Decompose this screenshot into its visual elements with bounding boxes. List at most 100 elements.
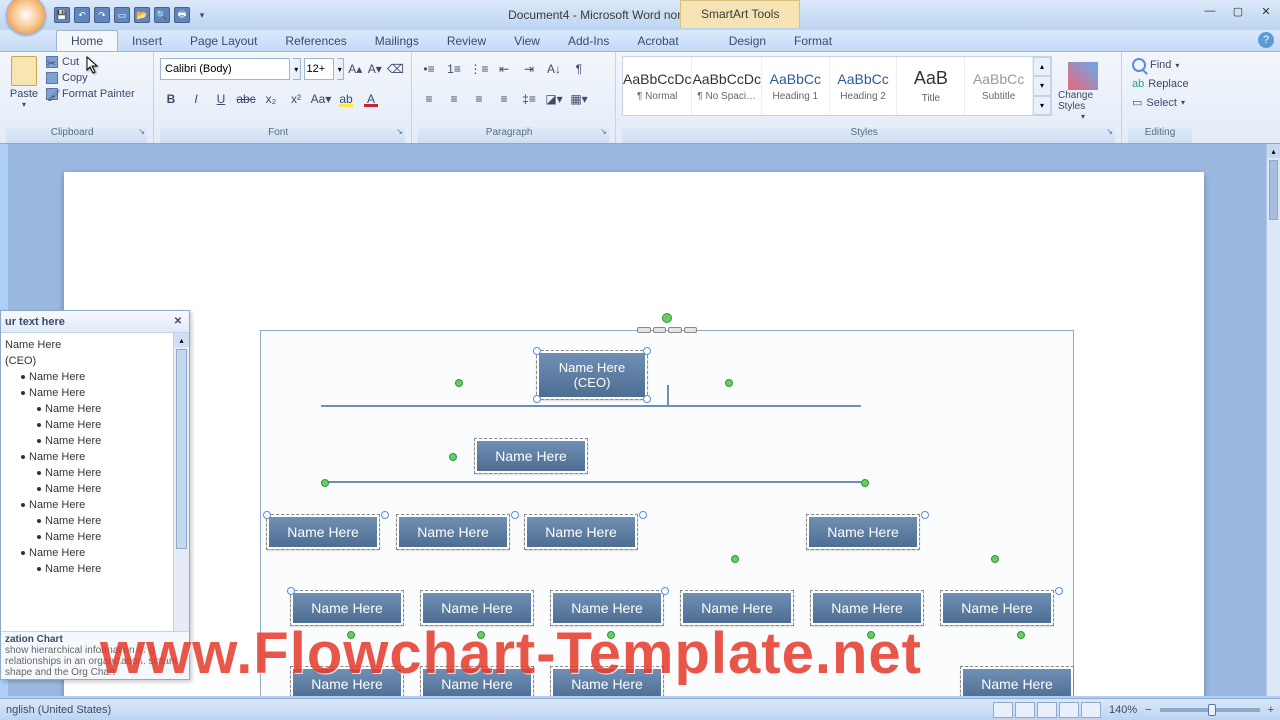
- line-spacing-button[interactable]: ‡≡: [518, 88, 540, 110]
- superscript-button[interactable]: x²: [285, 88, 307, 110]
- save-icon[interactable]: 💾: [54, 7, 70, 23]
- selection-handle[interactable]: [533, 395, 541, 403]
- org-node[interactable]: Name Here: [961, 667, 1073, 696]
- text-pane-item[interactable]: Name Here: [5, 465, 185, 481]
- clipboard-dialog-launcher[interactable]: ↘: [138, 127, 145, 136]
- org-node[interactable]: Name Here: [941, 591, 1053, 625]
- style-subtitle[interactable]: AaBbCcSubtitle: [965, 57, 1033, 115]
- show-marks-button[interactable]: ¶: [568, 58, 590, 80]
- text-pane-item[interactable]: Name Here: [5, 481, 185, 497]
- rotation-handle[interactable]: [607, 631, 615, 639]
- paste-button[interactable]: Paste ▾: [6, 56, 42, 127]
- style-heading2[interactable]: AaBbCcHeading 2: [830, 57, 898, 115]
- style-scroll-up[interactable]: ▴: [1033, 57, 1051, 76]
- paragraph-dialog-launcher[interactable]: ↘: [600, 127, 607, 136]
- tab-review[interactable]: Review: [433, 31, 500, 51]
- underline-button[interactable]: U: [210, 88, 232, 110]
- text-pane-item[interactable]: Name Here: [5, 545, 185, 561]
- rotation-handle[interactable]: [347, 631, 355, 639]
- text-pane-item[interactable]: Name Here: [5, 449, 185, 465]
- style-scroll-down[interactable]: ▾: [1033, 76, 1051, 95]
- align-left-button[interactable]: ≡: [418, 88, 440, 110]
- rotation-handle[interactable]: [861, 479, 869, 487]
- font-size-select[interactable]: [304, 58, 334, 80]
- rotation-handle[interactable]: [449, 453, 457, 461]
- qat-customize-icon[interactable]: ▾: [194, 7, 210, 23]
- style-expand[interactable]: ▾: [1033, 96, 1051, 115]
- org-node[interactable]: Name Here: [421, 591, 533, 625]
- shrink-font-button[interactable]: A▾: [367, 58, 384, 80]
- status-language[interactable]: nglish (United States): [6, 704, 111, 716]
- rotation-handle[interactable]: [1017, 631, 1025, 639]
- org-node[interactable]: Name Here: [267, 515, 379, 549]
- selection-handle[interactable]: [661, 587, 669, 595]
- print-icon[interactable]: 🖶: [174, 7, 190, 23]
- text-pane-item[interactable]: Name Here: [5, 513, 185, 529]
- org-node[interactable]: Name Here: [551, 591, 663, 625]
- selection-handle[interactable]: [533, 347, 541, 355]
- tab-insert[interactable]: Insert: [118, 31, 176, 51]
- cut-button[interactable]: ✂Cut: [46, 56, 135, 68]
- maximize-button[interactable]: ▢: [1228, 4, 1248, 18]
- view-draft-button[interactable]: [1081, 702, 1101, 718]
- bullets-button[interactable]: •≡: [418, 58, 440, 80]
- find-button[interactable]: Find ▾: [1128, 56, 1192, 74]
- style-normal[interactable]: AaBbCcDc¶ Normal: [623, 57, 692, 115]
- selection-handle[interactable]: [381, 511, 389, 519]
- org-node[interactable]: Name Here: [421, 667, 533, 696]
- tab-mailings[interactable]: Mailings: [361, 31, 433, 51]
- org-node-assistant[interactable]: Name Here: [475, 439, 587, 473]
- org-node[interactable]: Name Here: [291, 591, 403, 625]
- org-node[interactable]: Name Here: [807, 515, 919, 549]
- tab-references[interactable]: References: [271, 31, 360, 51]
- shading-button[interactable]: ◪▾: [543, 88, 565, 110]
- tab-acrobat[interactable]: Acrobat: [623, 31, 692, 51]
- rotation-handle[interactable]: [477, 631, 485, 639]
- text-pane-item[interactable]: Name Here: [5, 497, 185, 513]
- new-icon[interactable]: ▭: [114, 7, 130, 23]
- selection-handle[interactable]: [643, 347, 651, 355]
- format-painter-button[interactable]: 🖌Format Painter: [46, 88, 135, 100]
- rotation-handle[interactable]: [321, 479, 329, 487]
- page[interactable]: Name Here (CEO) Name Here Name Here Name…: [64, 172, 1204, 696]
- view-outline-button[interactable]: [1059, 702, 1079, 718]
- scroll-thumb[interactable]: [176, 349, 187, 549]
- org-node[interactable]: Name Here: [811, 591, 923, 625]
- font-name-select[interactable]: [160, 58, 290, 80]
- bold-button[interactable]: B: [160, 88, 182, 110]
- view-web-layout-button[interactable]: [1037, 702, 1057, 718]
- tab-page-layout[interactable]: Page Layout: [176, 31, 271, 51]
- smartart-text-pane[interactable]: ur text here ✕ Name Here (CEO) Name Here…: [0, 310, 190, 680]
- text-pane-item[interactable]: Name Here: [5, 417, 185, 433]
- numbering-button[interactable]: 1≡: [443, 58, 465, 80]
- selection-handle[interactable]: [263, 511, 271, 519]
- org-node-ceo[interactable]: Name Here (CEO): [537, 351, 647, 399]
- zoom-label[interactable]: 140%: [1109, 704, 1137, 716]
- grow-font-button[interactable]: A▴: [347, 58, 364, 80]
- select-button[interactable]: ▭Select ▾: [1128, 94, 1192, 111]
- rotation-handle[interactable]: [731, 555, 739, 563]
- increase-indent-button[interactable]: ⇥: [518, 58, 540, 80]
- font-size-dropdown[interactable]: ▾: [337, 58, 345, 80]
- strikethrough-button[interactable]: abc: [235, 88, 257, 110]
- text-pane-item[interactable]: Name Here: [5, 337, 185, 353]
- text-pane-header[interactable]: ur text here ✕: [1, 311, 189, 333]
- rotation-handle[interactable]: [455, 379, 463, 387]
- change-case-button[interactable]: Aa▾: [310, 88, 332, 110]
- text-pane-close-button[interactable]: ✕: [171, 315, 185, 329]
- close-button[interactable]: ✕: [1256, 4, 1276, 18]
- scroll-up-button[interactable]: ▴: [174, 333, 189, 347]
- copy-button[interactable]: Copy: [46, 72, 135, 84]
- canvas-top-handle[interactable]: [637, 327, 697, 333]
- text-pane-item[interactable]: Name Here: [5, 433, 185, 449]
- change-styles-button[interactable]: Change Styles ▾: [1058, 56, 1108, 127]
- redo-icon[interactable]: ↷: [94, 7, 110, 23]
- smartart-canvas[interactable]: Name Here (CEO) Name Here Name Here Name…: [260, 330, 1074, 696]
- align-center-button[interactable]: ≡: [443, 88, 465, 110]
- replace-button[interactable]: abReplace: [1128, 76, 1192, 92]
- text-pane-item[interactable]: Name Here: [5, 385, 185, 401]
- font-color-button[interactable]: A: [360, 88, 382, 110]
- selection-handle[interactable]: [643, 395, 651, 403]
- selection-handle[interactable]: [287, 587, 295, 595]
- highlight-button[interactable]: ab: [335, 88, 357, 110]
